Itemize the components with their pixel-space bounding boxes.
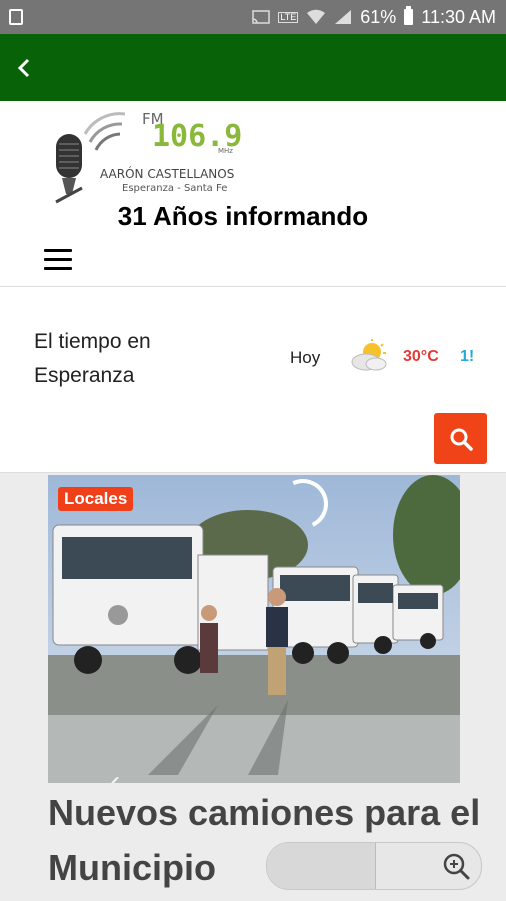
category-badge[interactable]: Locales [58,487,134,511]
weather-today-label: Hoy [290,348,321,367]
search-button[interactable] [434,413,487,464]
logo-name: AARÓN CASTELLANOS [100,166,234,181]
station-logo[interactable]: FM 106.9 MHz AARÓN CASTELLANOS Esperanza… [50,104,290,206]
featured-section: ‹ › Locales Nuevos camiones para el Muni… [0,472,506,901]
partly-cloudy-icon [351,339,387,371]
weather-temp-max: 30°C [403,348,439,365]
cast-icon [252,10,271,24]
battery-icon [404,6,414,25]
status-bar: LTE 61% 11:30 AM [0,0,506,34]
tagline: 31 Años informando [117,201,369,231]
signal-icon [335,10,352,24]
network-type: LTE [278,11,299,23]
app-bar [0,34,506,101]
back-button[interactable] [4,48,44,88]
notification-icon [9,9,23,25]
hamburger-icon [44,249,72,252]
clock: 11:30 AM [421,6,496,27]
featured-image[interactable]: ‹ › [48,475,460,783]
zoom-out-segment[interactable] [267,843,376,889]
search-icon [450,428,473,451]
prev-slide-button[interactable]: ‹ [110,765,120,783]
zoom-control[interactable] [266,842,482,890]
logo-location: Esperanza - Santa Fe [122,183,227,194]
weather-title: El tiempo en Esperanza [34,330,151,387]
menu-button[interactable] [44,249,72,273]
logo-unit: MHz [218,147,233,155]
divider [0,286,506,287]
battery-percentage: 61% [360,6,397,27]
wifi-icon [307,9,326,24]
zoom-in-icon[interactable] [441,851,471,881]
status-icons: LTE 61% 11:30 AM [252,0,496,34]
weather-temp-min: 1! [460,348,474,365]
chevron-left-icon [17,58,30,78]
